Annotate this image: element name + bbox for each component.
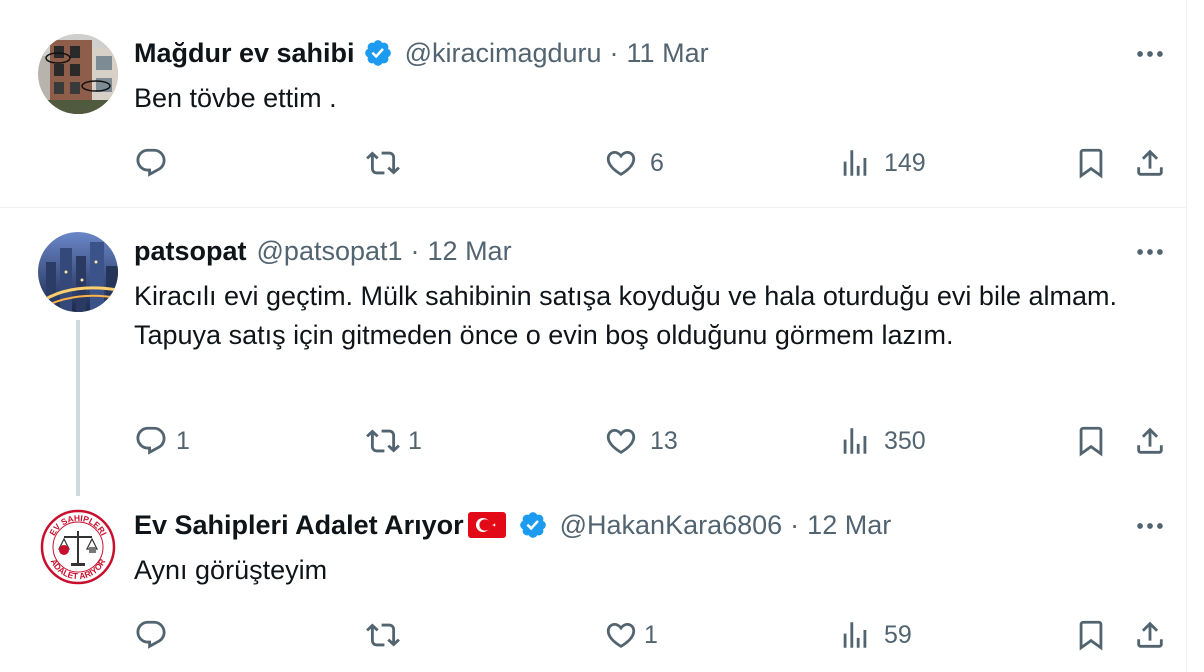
views-button[interactable]: 149 <box>838 143 926 183</box>
tweet-divider <box>0 207 1186 208</box>
avatar[interactable] <box>38 34 118 114</box>
user-handle[interactable]: @kiracimagduru <box>405 38 602 69</box>
city-night-photo <box>38 232 118 312</box>
tweet-text: Ben tövbe ettim . <box>134 83 337 113</box>
share-button[interactable] <box>1133 143 1167 183</box>
views-icon <box>838 618 872 652</box>
more-icon[interactable] <box>1133 235 1167 269</box>
building-photo <box>38 34 118 114</box>
reply-button[interactable] <box>134 615 180 655</box>
tweet-date[interactable]: 12 Mar <box>428 236 512 267</box>
user-handle[interactable]: @patsopat1 <box>257 236 403 267</box>
bookmark-icon <box>1074 618 1108 652</box>
view-count: 59 <box>884 620 912 649</box>
retweet-icon <box>366 146 400 180</box>
retweet-icon <box>366 618 400 652</box>
tweet-text: Aynı görüşteyim <box>134 555 328 585</box>
like-count: 6 <box>650 148 664 177</box>
more-icon[interactable] <box>1133 37 1167 71</box>
thread-line <box>76 320 80 496</box>
reply-icon <box>134 618 168 652</box>
scales-of-justice-logo: EV SAHIPLERI ADALET ARIYOR <box>38 507 118 587</box>
heart-icon <box>604 618 638 652</box>
verified-badge-icon[interactable] <box>518 510 548 540</box>
like-button[interactable]: 6 <box>604 143 664 183</box>
reply-icon <box>134 146 168 180</box>
bookmark-button[interactable] <box>1074 615 1108 655</box>
display-name[interactable]: Mağdur ev sahibi <box>134 38 355 69</box>
heart-icon <box>604 146 638 180</box>
reply-button[interactable] <box>134 143 180 183</box>
action-bar: 1 59 <box>134 615 1174 655</box>
view-count: 350 <box>884 426 926 455</box>
reply-count: 1 <box>176 426 190 455</box>
tweet-date[interactable]: 11 Mar <box>627 38 709 69</box>
action-bar: 6 149 <box>134 143 1174 183</box>
like-count: 1 <box>644 620 658 649</box>
bookmark-icon <box>1074 424 1108 458</box>
share-button[interactable] <box>1133 615 1167 655</box>
verified-badge-icon[interactable] <box>363 38 393 68</box>
display-name[interactable]: patsopat <box>134 236 247 267</box>
timeline-border <box>1186 0 1187 672</box>
views-button[interactable]: 59 <box>838 615 912 655</box>
tweet-date[interactable]: 12 Mar <box>807 510 891 541</box>
retweet-button[interactable]: 1 <box>366 421 422 461</box>
display-name[interactable]: Ev Sahipleri Adalet Arıyor <box>134 510 464 541</box>
share-button[interactable] <box>1133 421 1167 461</box>
view-count: 149 <box>884 148 926 177</box>
reply-icon <box>134 424 168 458</box>
more-icon[interactable] <box>1133 509 1167 543</box>
views-button[interactable]: 350 <box>838 421 926 461</box>
avatar[interactable]: EV SAHIPLERI ADALET ARIYOR <box>38 507 118 587</box>
share-icon <box>1133 424 1167 458</box>
like-count: 13 <box>650 426 678 455</box>
action-bar: 1 1 13 350 <box>134 421 1174 461</box>
bookmark-button[interactable] <box>1074 143 1108 183</box>
tweet-header: Ev Sahipleri Adalet Arıyor @HakanKara680… <box>134 508 891 542</box>
user-handle[interactable]: @HakanKara6806 <box>560 510 783 541</box>
retweet-button[interactable] <box>366 143 412 183</box>
tweet-text: Kiracılı evi geçtim. Mülk sahibinin satı… <box>134 281 1117 350</box>
avatar[interactable] <box>38 232 118 312</box>
separator-dot: · <box>410 235 420 266</box>
like-button[interactable]: 1 <box>604 615 658 655</box>
views-icon <box>838 146 872 180</box>
bookmark-icon <box>1074 146 1108 180</box>
turkey-flag-emoji <box>467 512 506 538</box>
retweet-count: 1 <box>408 426 422 455</box>
separator-dot: · <box>790 509 800 540</box>
share-icon <box>1133 146 1167 180</box>
tweet-header: Mağdur ev sahibi @kiracimagduru · 11 Mar <box>134 36 709 70</box>
like-button[interactable]: 13 <box>604 421 678 461</box>
retweet-icon <box>366 424 400 458</box>
reply-button[interactable]: 1 <box>134 421 190 461</box>
share-icon <box>1133 618 1167 652</box>
bookmark-button[interactable] <box>1074 421 1108 461</box>
separator-dot: · <box>609 37 619 68</box>
views-icon <box>838 424 872 458</box>
retweet-button[interactable] <box>366 615 412 655</box>
heart-icon <box>604 424 638 458</box>
tweet-header: patsopat @patsopat1 · 12 Mar <box>134 234 512 268</box>
